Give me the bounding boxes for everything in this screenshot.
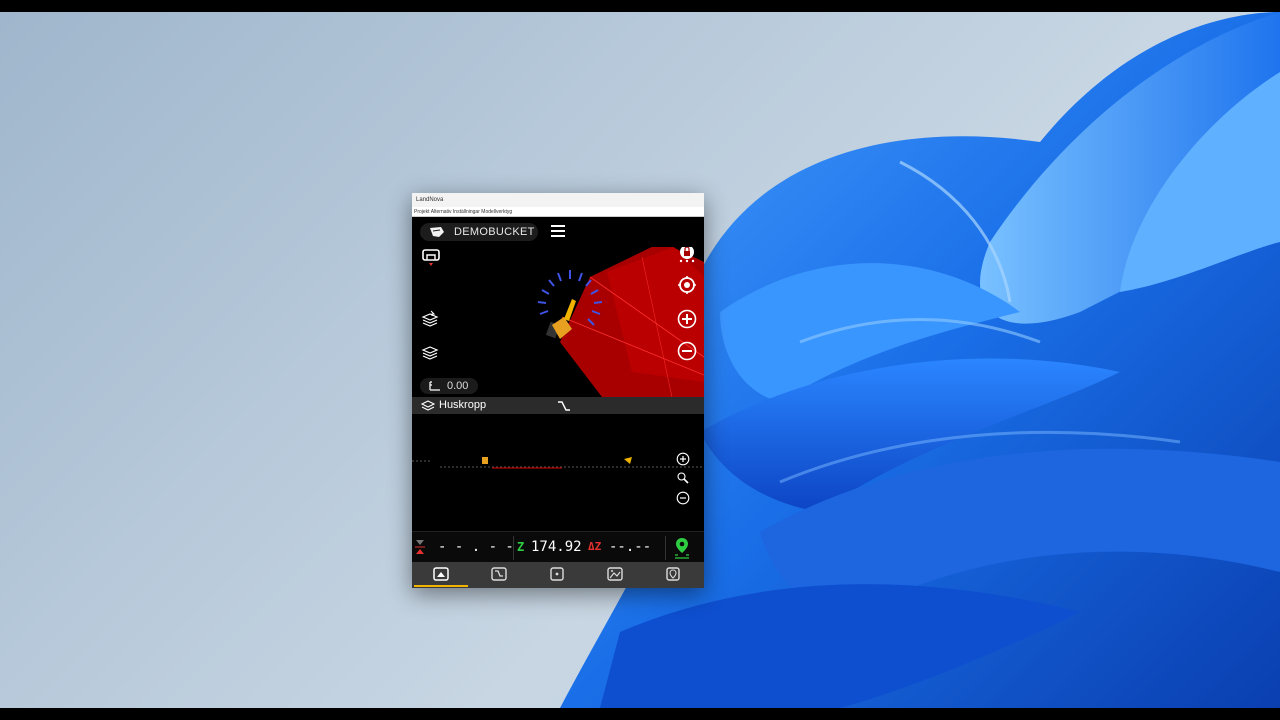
profile-chart: [412, 457, 704, 469]
machine-marker-left: [482, 457, 488, 464]
bottom-nav: [412, 562, 704, 588]
elevation-offset-pill[interactable]: 0.00: [420, 378, 478, 394]
menu-bar: Projekt Alternativ Inställningar Modellv…: [412, 207, 704, 217]
plan-view[interactable]: 0.00: [412, 247, 704, 397]
bucket-icon: [430, 227, 444, 237]
machine-selector[interactable]: DEMOBUCKET: [420, 223, 538, 241]
tab-plan-view[interactable]: [412, 562, 470, 588]
elevation-offset-value: 0.00: [447, 380, 469, 392]
center-location-icon[interactable]: [677, 275, 697, 295]
surface-layers-icon: [421, 400, 435, 411]
window-title: LandNova: [416, 197, 444, 203]
offset-icon: [429, 381, 440, 391]
cut-fill-icon: [415, 540, 425, 554]
gps-status-icon[interactable]: [673, 537, 691, 559]
menu-hamburger-icon[interactable]: [551, 225, 565, 237]
letterbox-bottom: [0, 708, 1280, 720]
menu-item-modellverktyg[interactable]: Modellverktyg: [481, 209, 512, 215]
window-titlebar[interactable]: LandNova: [412, 193, 704, 207]
plan-view-icon: [433, 567, 449, 581]
profile-zoom-in-icon[interactable]: [676, 452, 690, 466]
letterbox-top: [0, 0, 1280, 12]
point-view-icon: [550, 567, 564, 581]
bucket-marker: [624, 457, 632, 464]
lock-icon[interactable]: [677, 247, 697, 263]
tab-surface-view[interactable]: [586, 562, 644, 588]
delta-z-label: ΔZ: [588, 540, 602, 553]
tab-point-view[interactable]: [528, 562, 586, 588]
cut-fill-value: - - . - -: [438, 539, 514, 555]
profile-zoom-fit-icon[interactable]: [676, 471, 690, 485]
status-bar: - - . - - Z 174.92 ΔZ --.--: [412, 531, 704, 563]
surface-name: Huskropp: [439, 399, 487, 411]
layers-up-icon[interactable]: [420, 309, 440, 329]
menu-item-installningar[interactable]: Inställningar: [453, 209, 480, 215]
tab-profile-view[interactable]: [470, 562, 528, 588]
menu-item-projekt[interactable]: Projekt: [414, 209, 430, 215]
profile-view[interactable]: [412, 414, 704, 531]
profile-view-icon: [491, 567, 507, 581]
profile-zoom-out-icon[interactable]: [676, 491, 690, 505]
surface-selector[interactable]: Huskropp: [412, 397, 704, 414]
layers-down-icon[interactable]: [420, 342, 440, 362]
machine-view-icon[interactable]: [421, 247, 441, 267]
divider: [513, 536, 514, 560]
machine-name: DEMOBUCKET: [454, 226, 535, 238]
app-header: DEMOBUCKET: [412, 217, 704, 247]
divider: [665, 536, 666, 560]
menu-item-alternativ[interactable]: Alternativ: [431, 209, 452, 215]
profile-line-icon[interactable]: [557, 400, 571, 412]
location-view-icon: [666, 567, 680, 581]
landnova-window: LandNova Projekt Alternativ Inställninga…: [412, 193, 704, 588]
plan-map: [537, 247, 704, 397]
z-value: 174.92: [531, 539, 582, 555]
tab-location-view[interactable]: [644, 562, 702, 588]
surface-view-icon: [607, 567, 623, 581]
zoom-in-icon[interactable]: [677, 309, 697, 329]
z-label: Z: [517, 540, 525, 554]
zoom-out-icon[interactable]: [677, 341, 697, 361]
delta-z-value: --.--: [609, 539, 652, 555]
